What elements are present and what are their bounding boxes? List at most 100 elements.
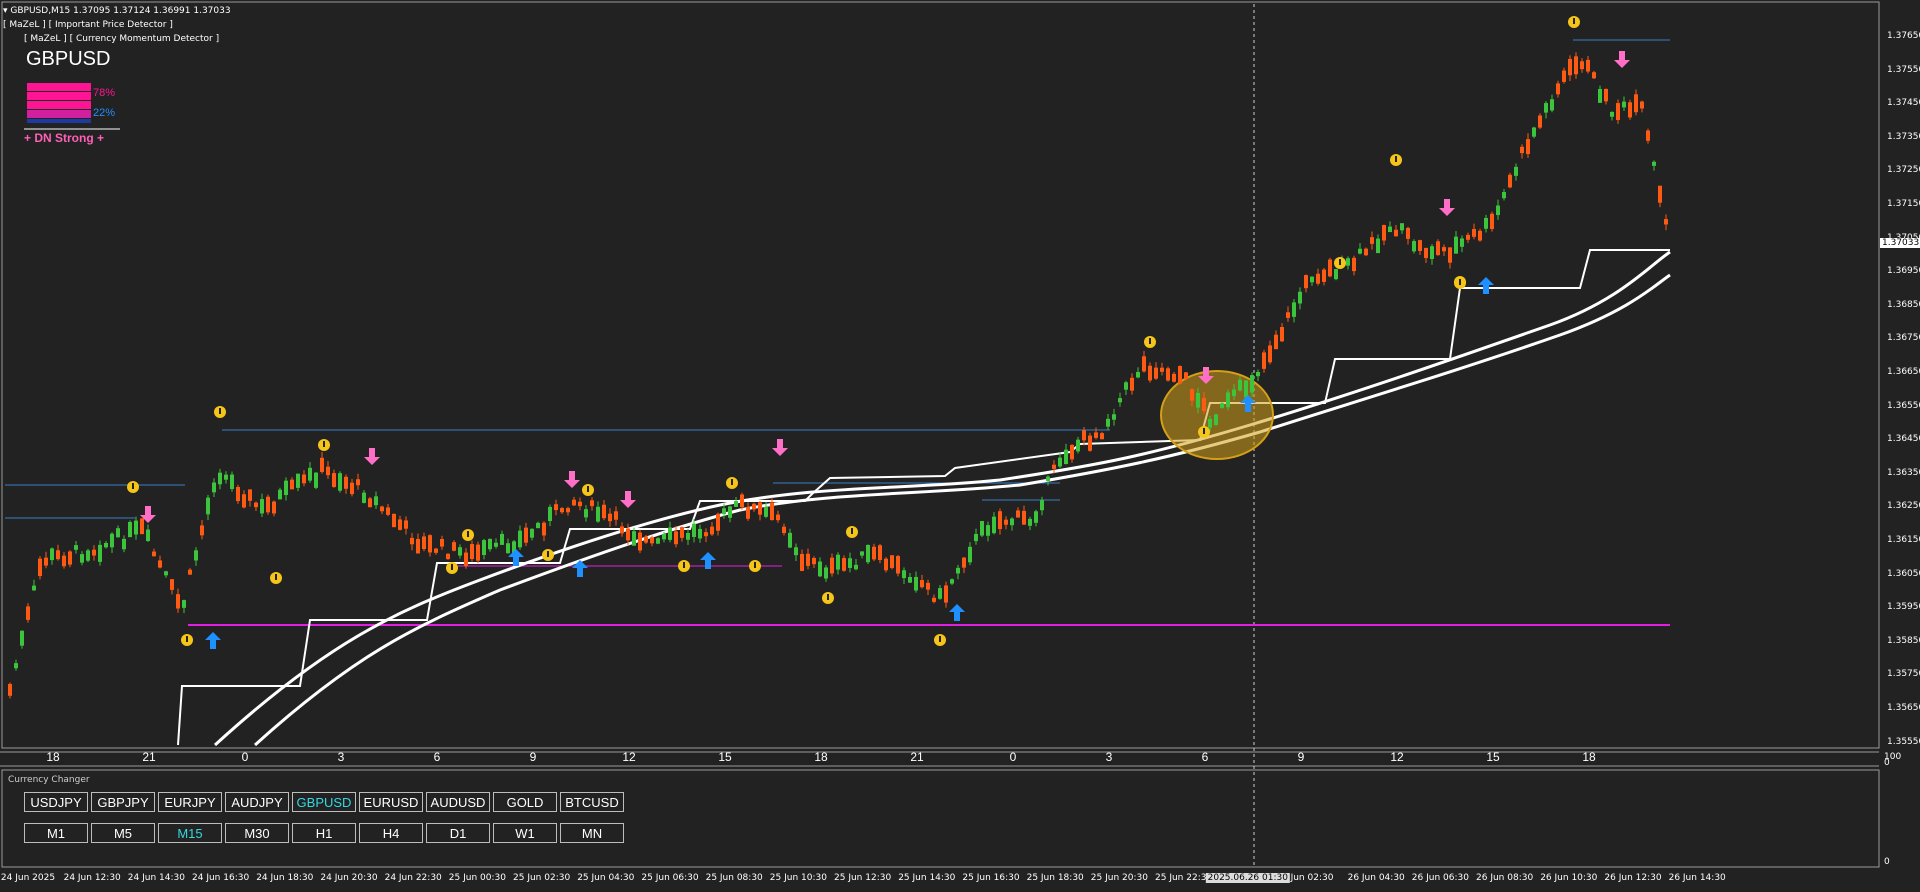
symbol-button-gold[interactable]: GOLD [493,792,557,812]
candle-body [1628,102,1632,118]
candle-body [428,535,432,553]
candle-body [242,494,246,508]
sub-scale-zero: 0 [1884,758,1890,768]
candle-body [590,500,594,507]
candle-body [638,532,642,551]
candle-body [536,522,540,529]
candle-body [1196,392,1200,408]
timeframe-button-h1[interactable]: H1 [292,823,356,843]
hour-tick-label: 9 [1297,750,1305,764]
momentum-symbol: GBPUSD [26,48,111,70]
symbol-button-gbpusd[interactable]: GBPUSD [292,792,356,812]
meter-bar [27,101,91,109]
symbol-button-eurjpy[interactable]: EURJPY [158,792,222,812]
price-chart[interactable] [0,0,1920,892]
meter-bar [27,83,91,91]
candle-body [488,538,492,550]
candle-body [746,506,750,519]
candle-body [356,479,360,486]
candle-body [500,533,504,545]
signal-dot-mark [275,574,277,580]
timeframe-button-mn[interactable]: MN [560,823,624,843]
candle-body [860,551,864,556]
candle-body [32,585,36,591]
date-tick-label: 24 Jun 2025 [0,873,56,883]
symbol-button-audjpy[interactable]: AUDJPY [225,792,289,812]
symbol-button-btcusd[interactable]: BTCUSD [560,792,624,812]
timeframe-button-d1[interactable]: D1 [426,823,490,843]
candle-body [494,542,498,547]
candle-body [938,588,942,599]
candle-body [1040,500,1044,511]
candle-body [446,553,450,560]
candle-body [386,507,390,515]
candle-body [518,530,522,548]
candle-body [1172,373,1176,382]
candle-body [968,546,972,563]
price-tick-label: 1.37250 [1887,165,1920,176]
candle-body [1052,464,1056,469]
timeframe-button-h4[interactable]: H4 [359,823,423,843]
current-price-label: 1.37033 [1880,238,1920,248]
sub-scale-bottom: 0 [1884,857,1890,867]
symbol-button-eurusd[interactable]: EURUSD [359,792,423,812]
arrow-down-icon [772,439,788,456]
candle-body [1580,61,1584,70]
candle-body [1358,248,1362,254]
candle-body [1334,269,1338,280]
step-lines [177,249,1670,746]
candle-body [1388,226,1392,233]
candle-body [680,527,684,538]
signal-dot-mark [683,562,685,568]
price-tick-label: 1.37150 [1887,199,1920,209]
candle-body [1292,302,1296,317]
candle-body [98,544,102,562]
candle-body [830,557,834,574]
candle-body [1262,352,1266,369]
date-tick-label: 25 Jun 10:30 [769,873,827,883]
price-tick-label: 1.35950 [1887,602,1920,613]
indicator-label-2: [ MaZeL ] [ Currency Momentum Detector ] [24,34,220,44]
candle-body [1550,99,1554,111]
candle-body [1142,356,1146,372]
candle-body [1238,379,1242,391]
signal-dot-mark [1203,428,1205,434]
candle-body [1520,146,1524,154]
signal-dot-mark [731,479,733,485]
candle-body [1106,418,1110,427]
candle-body [224,474,228,480]
candle-body [38,558,42,577]
price-tick-label: 1.36650 [1887,367,1920,377]
candle-body [548,506,552,522]
up-percentage: 22% [93,107,116,119]
date-tick-label: 25 Jun 20:30 [1090,873,1148,883]
candle-body [1634,94,1638,113]
timeframe-button-w1[interactable]: W1 [493,823,557,843]
candle-body [1436,241,1440,256]
candle-body [566,508,570,513]
candle-body [200,525,204,536]
candle-body [1256,371,1260,377]
candle-body [1130,377,1134,391]
symbol-button-gbpjpy[interactable]: GBPJPY [91,792,155,812]
timeframe-button-m30[interactable]: M30 [225,823,289,843]
candle-body [704,532,708,537]
hour-tick-label: 18 [814,750,828,764]
symbol-button-usdjpy[interactable]: USDJPY [24,792,88,812]
candle-body [398,519,402,530]
moving-averages [213,250,1671,747]
candle-body [1544,103,1548,113]
candle-body [182,600,186,608]
timeframe-button-m1[interactable]: M1 [24,823,88,843]
price-tick-label: 1.35650 [1887,703,1920,713]
candle-body [80,554,84,563]
candle-body [1622,101,1626,108]
symbol-button-audusd[interactable]: AUDUSD [426,792,490,812]
candle-body [1616,103,1620,121]
candle-body [1220,403,1224,408]
timeframe-button-m15[interactable]: M15 [158,823,222,843]
signal-dot-mark [587,486,589,492]
timeframe-button-m5[interactable]: M5 [91,823,155,843]
candle-body [1298,291,1302,304]
date-tick-label: 26 Jun 04:30 [1347,873,1405,883]
